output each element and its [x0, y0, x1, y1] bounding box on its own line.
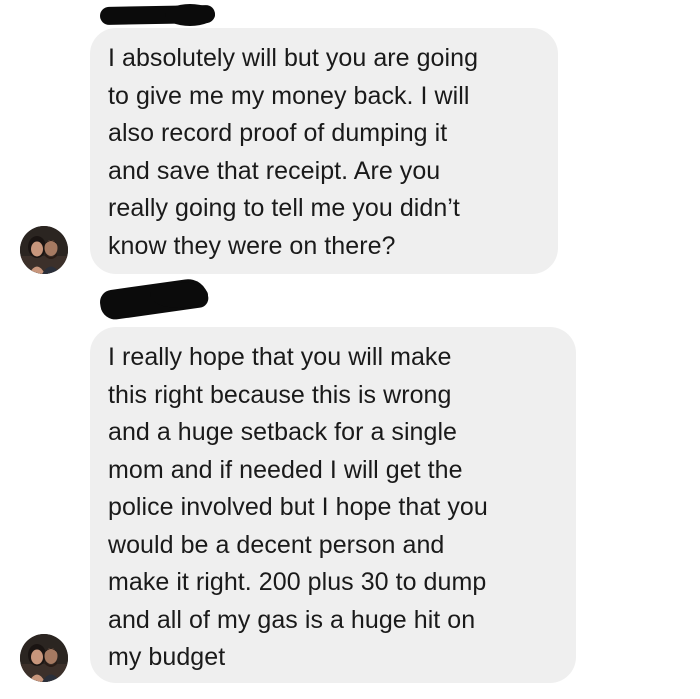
sender-avatar-icon[interactable] — [20, 226, 68, 274]
avatar-photo-icon — [20, 634, 68, 682]
message-thread: I absolutely will but you are going to g… — [0, 0, 700, 699]
message-text: I really hope that you will make this ri… — [108, 343, 488, 671]
sender-avatar-icon[interactable] — [20, 634, 68, 682]
redacted-sender-name-mark — [165, 4, 215, 26]
message-bubble[interactable]: I absolutely will but you are going to g… — [90, 28, 558, 274]
message-text: I absolutely will but you are going to g… — [108, 44, 479, 260]
avatar-photo-icon — [20, 226, 68, 274]
redacted-sender-name-mark — [150, 282, 208, 308]
message-bubble[interactable]: I really hope that you will make this ri… — [90, 327, 576, 683]
